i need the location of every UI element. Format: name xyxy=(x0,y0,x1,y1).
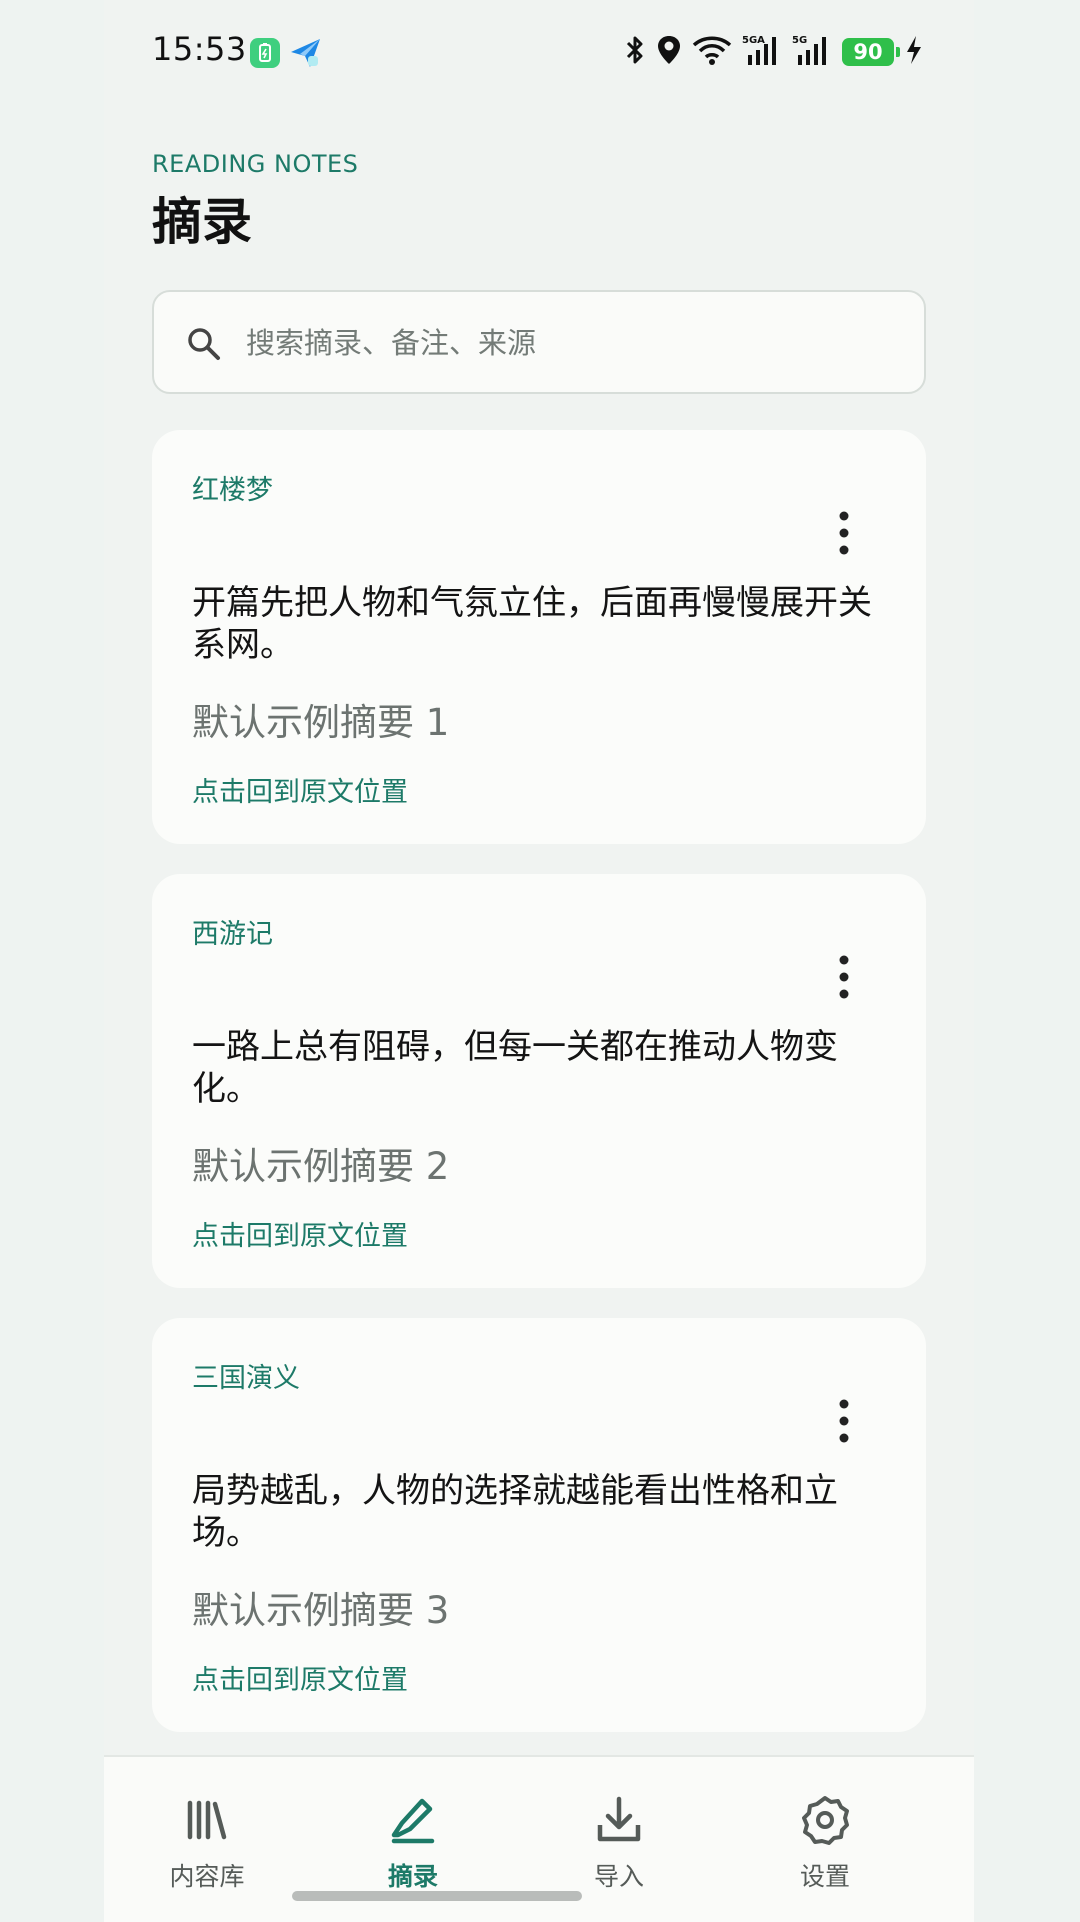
charging-icon xyxy=(904,34,924,70)
nav-label: 摘录 xyxy=(387,1862,438,1891)
location-icon xyxy=(656,34,682,70)
home-indicator[interactable] xyxy=(292,1891,582,1901)
jump-to-source-link[interactable]: 点击回到原文位置 xyxy=(192,1214,408,1253)
card-quote: 开篇先把人物和气氛立住，后面再慢慢展开关系网。 xyxy=(192,583,872,665)
svg-text:5GA: 5GA xyxy=(742,35,765,46)
nav-item-import[interactable]: 导入 xyxy=(516,1757,722,1907)
send-app-icon xyxy=(288,36,324,70)
card-quote: 一路上总有阻碍，但每一关都在推动人物变化。 xyxy=(192,1027,838,1109)
search-bar[interactable] xyxy=(152,290,926,394)
library-icon xyxy=(182,1795,232,1845)
more-options-icon[interactable] xyxy=(832,1396,856,1446)
search-icon xyxy=(184,324,224,364)
app-screen: 15:53 5GA 5G 90 READING NOTES 摘录 搜索摘录、备注… xyxy=(104,0,974,1922)
nav-label: 内容库 xyxy=(169,1862,245,1891)
card-note: 默认示例摘要 1 xyxy=(192,701,450,744)
status-bar: 15:53 5GA 5G 90 xyxy=(104,0,974,108)
card-note: 默认示例摘要 3 xyxy=(192,1589,450,1632)
nav-label: 设置 xyxy=(799,1862,850,1891)
excerpt-card[interactable]: 红楼梦 开篇先把人物和气氛立住，后面再慢慢展开关系网。 默认示例摘要 1 点击回… xyxy=(152,430,926,844)
signal-5g-icon: 5G xyxy=(792,33,832,71)
nav-item-library[interactable]: 内容库 xyxy=(104,1757,310,1907)
card-quote: 局势越乱，人物的选择就越能看出性格和立场。 xyxy=(192,1471,838,1553)
gear-icon xyxy=(800,1795,850,1845)
nav-label: 导入 xyxy=(593,1862,644,1891)
page-title: 摘录 xyxy=(152,193,252,251)
battery-app-icon xyxy=(250,38,280,68)
svg-text:5G: 5G xyxy=(792,35,807,46)
card-source[interactable]: 三国演义 xyxy=(192,1356,300,1395)
jump-to-source-link[interactable]: 点击回到原文位置 xyxy=(192,1658,408,1697)
excerpt-list: 红楼梦 开篇先把人物和气氛立住，后面再慢慢展开关系网。 默认示例摘要 1 点击回… xyxy=(152,430,926,1762)
more-options-icon[interactable] xyxy=(832,508,856,558)
excerpt-card[interactable]: 三国演义 局势越乱，人物的选择就越能看出性格和立场。 默认示例摘要 3 点击回到… xyxy=(152,1318,926,1732)
download-icon xyxy=(594,1795,644,1845)
nav-item-excerpts[interactable]: 摘录 xyxy=(310,1757,516,1907)
status-time: 15:53 xyxy=(152,30,247,68)
card-source[interactable]: 西游记 xyxy=(192,912,273,951)
status-icons: 5GA 5G 90 xyxy=(624,30,924,74)
card-note: 默认示例摘要 2 xyxy=(192,1145,450,1188)
excerpt-card[interactable]: 西游记 一路上总有阻碍，但每一关都在推动人物变化。 默认示例摘要 2 点击回到原… xyxy=(152,874,926,1288)
highlight-pen-icon xyxy=(388,1795,438,1845)
signal-5ga-icon: 5GA xyxy=(742,33,782,71)
bluetooth-icon xyxy=(624,34,646,70)
jump-to-source-link[interactable]: 点击回到原文位置 xyxy=(192,770,408,809)
more-options-icon[interactable] xyxy=(832,952,856,1002)
nav-item-settings[interactable]: 设置 xyxy=(722,1757,928,1907)
card-source[interactable]: 红楼梦 xyxy=(192,468,273,507)
search-input[interactable] xyxy=(244,292,908,394)
battery-indicator: 90 xyxy=(842,38,900,66)
section-overline: READING NOTES xyxy=(152,150,359,178)
wifi-icon xyxy=(692,34,732,70)
